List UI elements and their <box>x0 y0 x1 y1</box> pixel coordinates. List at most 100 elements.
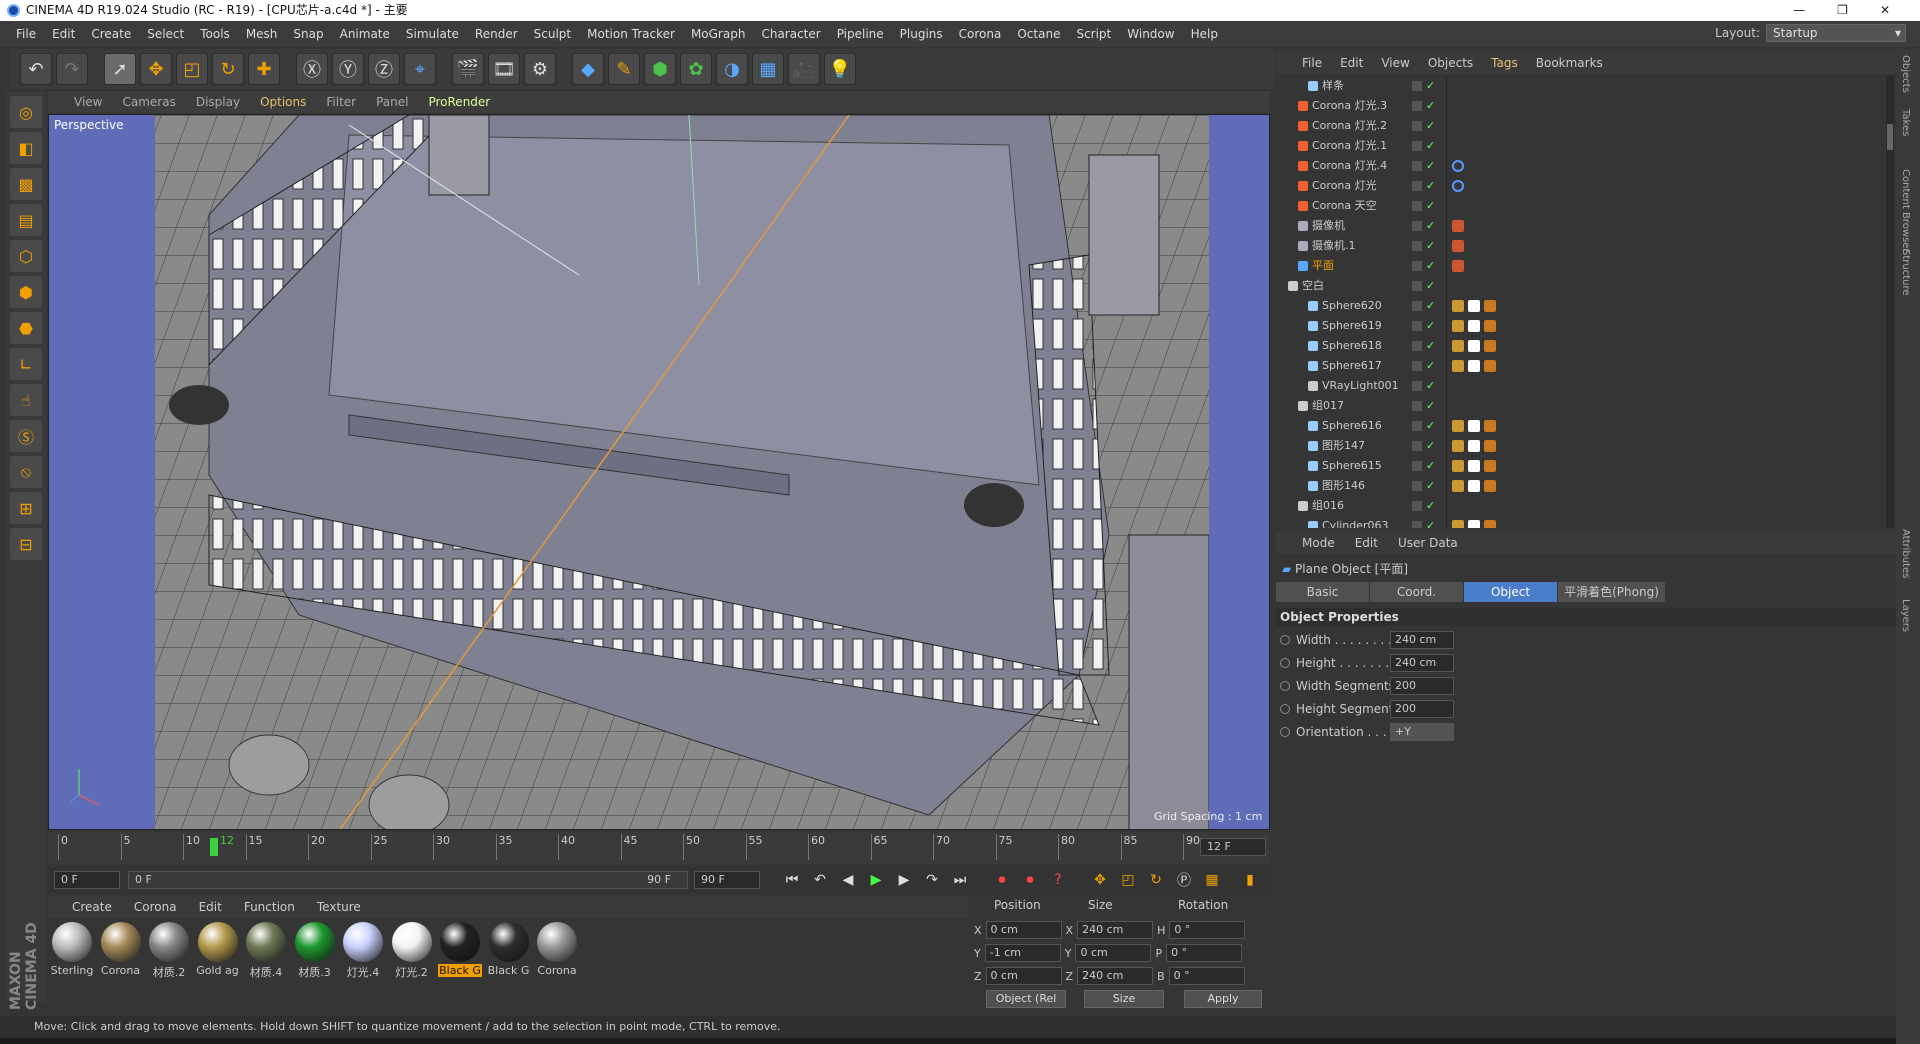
layer-icon[interactable] <box>1412 361 1422 371</box>
size-x-field[interactable]: 240 cm <box>1077 921 1154 939</box>
material-tag-icon[interactable] <box>1452 520 1464 528</box>
target-tag-icon[interactable] <box>1452 160 1464 172</box>
key-param-icon[interactable]: Ⓟ <box>1172 869 1196 891</box>
cloner-icon[interactable]: ✿ <box>680 53 712 85</box>
subdivision-icon[interactable]: ⬢ <box>644 53 676 85</box>
side-tab-attributes[interactable]: Attributes <box>1900 529 1911 578</box>
menu-file[interactable]: File <box>16 27 36 41</box>
material-swatch[interactable]: 材质.3 <box>293 922 337 982</box>
object-row[interactable]: 图形146 ✓ <box>1276 476 1886 496</box>
layer-icon[interactable] <box>1412 141 1422 151</box>
material-swatch[interactable]: Corona <box>99 922 143 982</box>
range-slider[interactable]: 0 F 90 F <box>128 871 688 889</box>
material-menu-edit[interactable]: Edit <box>199 900 222 914</box>
layer-icon[interactable] <box>1412 401 1422 411</box>
attribute-tab[interactable]: Coord. <box>1370 582 1464 602</box>
viewport-menu-prorender[interactable]: ProRender <box>428 95 490 109</box>
visibility-check-icon[interactable]: ✓ <box>1426 336 1435 356</box>
record-keys-icon[interactable]: ⏺ <box>990 869 1014 891</box>
side-tab-layers[interactable]: Layers <box>1900 599 1911 632</box>
material-tag-icon[interactable] <box>1484 420 1496 432</box>
make-editable-icon[interactable]: ◎ <box>10 96 42 128</box>
size-mode-dropdown[interactable]: Size <box>1084 990 1164 1008</box>
menu-mograph[interactable]: MoGraph <box>691 27 746 41</box>
position-y-field[interactable]: -1 cm <box>984 944 1061 962</box>
key-pla-icon[interactable]: ▦ <box>1200 869 1224 891</box>
property-value-field[interactable]: 240 cm <box>1390 654 1454 672</box>
material-tag-icon[interactable] <box>1484 300 1496 312</box>
animate-dot-icon[interactable] <box>1280 635 1290 645</box>
layer-icon[interactable] <box>1412 101 1422 111</box>
next-key-icon[interactable]: ↷ <box>920 869 944 891</box>
layer-icon[interactable] <box>1412 461 1422 471</box>
menu-render[interactable]: Render <box>475 27 518 41</box>
layer-icon[interactable] <box>1412 421 1422 431</box>
property-value-field[interactable]: 200 <box>1390 677 1454 695</box>
attribute-tab[interactable]: 平滑着色(Phong) <box>1558 582 1666 602</box>
visibility-check-icon[interactable]: ✓ <box>1426 436 1435 456</box>
material-tag-icon[interactable] <box>1468 420 1480 432</box>
material-swatch[interactable]: Black G <box>438 922 482 982</box>
object-row[interactable]: Corona 灯光.4 ✓ <box>1276 156 1886 176</box>
object-row[interactable]: 摄像机.1 ✓ <box>1276 236 1886 256</box>
material-tag-icon[interactable] <box>1484 360 1496 372</box>
coordinate-mode-dropdown[interactable]: Object (Rel <box>986 990 1066 1008</box>
pen-icon[interactable]: ✎ <box>608 53 640 85</box>
material-swatch[interactable]: 灯光.2 <box>390 922 434 982</box>
visibility-check-icon[interactable]: ✓ <box>1426 496 1435 516</box>
material-tag-icon[interactable] <box>1468 440 1480 452</box>
visibility-check-icon[interactable]: ✓ <box>1426 96 1435 116</box>
object-row[interactable]: Cylinder063 ✓ <box>1276 516 1886 528</box>
viewport-menu-display[interactable]: Display <box>196 95 240 109</box>
material-swatch[interactable]: Sterling <box>50 922 94 982</box>
visibility-check-icon[interactable]: ✓ <box>1426 76 1435 96</box>
object-menu-bookmarks[interactable]: Bookmarks <box>1536 56 1603 70</box>
undo-icon[interactable]: ↶ <box>20 53 52 85</box>
object-row[interactable]: Corona 灯光 ✓ <box>1276 176 1886 196</box>
object-menu-objects[interactable]: Objects <box>1428 56 1473 70</box>
visibility-check-icon[interactable]: ✓ <box>1426 376 1435 396</box>
visibility-check-icon[interactable]: ✓ <box>1426 156 1435 176</box>
visibility-check-icon[interactable]: ✓ <box>1426 296 1435 316</box>
auto-key-icon[interactable]: ⏺ <box>1018 869 1042 891</box>
animate-dot-icon[interactable] <box>1280 704 1290 714</box>
rotate-tool-icon[interactable]: ↻ <box>212 53 244 85</box>
property-value-field[interactable]: +Y <box>1390 723 1454 741</box>
material-swatch[interactable]: 材质.4 <box>244 922 288 982</box>
playhead-icon[interactable] <box>210 838 218 856</box>
layer-icon[interactable] <box>1412 81 1422 91</box>
menu-sculpt[interactable]: Sculpt <box>534 27 571 41</box>
camera-icon[interactable]: 🎥 <box>788 53 820 85</box>
object-menu-tags[interactable]: Tags <box>1491 56 1518 70</box>
coordinate-system-icon[interactable]: ⌖ <box>404 53 436 85</box>
attribute-tab[interactable]: Basic <box>1276 582 1370 602</box>
go-to-end-icon[interactable]: ⏭ <box>948 869 972 891</box>
viewport-menu-cameras[interactable]: Cameras <box>122 95 175 109</box>
material-tag-icon[interactable] <box>1484 480 1496 492</box>
object-row[interactable]: Sphere615 ✓ <box>1276 456 1886 476</box>
layer-icon[interactable] <box>1412 161 1422 171</box>
visibility-check-icon[interactable]: ✓ <box>1426 416 1435 436</box>
material-tag-icon[interactable] <box>1484 460 1496 472</box>
texture-mode-icon[interactable]: ▩ <box>10 168 42 200</box>
material-menu-corona[interactable]: Corona <box>134 900 177 914</box>
snap-icon[interactable]: Ⓢ <box>10 420 42 452</box>
layer-icon[interactable] <box>1412 261 1422 271</box>
visibility-check-icon[interactable]: ✓ <box>1426 136 1435 156</box>
menu-create[interactable]: Create <box>91 27 131 41</box>
menu-octane[interactable]: Octane <box>1017 27 1060 41</box>
side-tab-takes[interactable]: Takes <box>1900 109 1911 136</box>
material-menu-texture[interactable]: Texture <box>317 900 361 914</box>
minimize-button[interactable]: — <box>1793 0 1805 21</box>
menu-animate[interactable]: Animate <box>340 27 390 41</box>
planar-workplane-icon[interactable]: ⊟ <box>10 528 42 560</box>
menu-simulate[interactable]: Simulate <box>406 27 459 41</box>
menu-help[interactable]: Help <box>1191 27 1218 41</box>
layout-dropdown[interactable]: Startup ▾ <box>1766 24 1906 42</box>
animate-dot-icon[interactable] <box>1280 658 1290 668</box>
layer-icon[interactable] <box>1412 221 1422 231</box>
magnet-icon[interactable]: ⦸ <box>10 456 42 488</box>
position-x-field[interactable]: 0 cm <box>985 921 1062 939</box>
animate-dot-icon[interactable] <box>1280 727 1290 737</box>
play-icon[interactable]: ▶ <box>864 869 888 891</box>
